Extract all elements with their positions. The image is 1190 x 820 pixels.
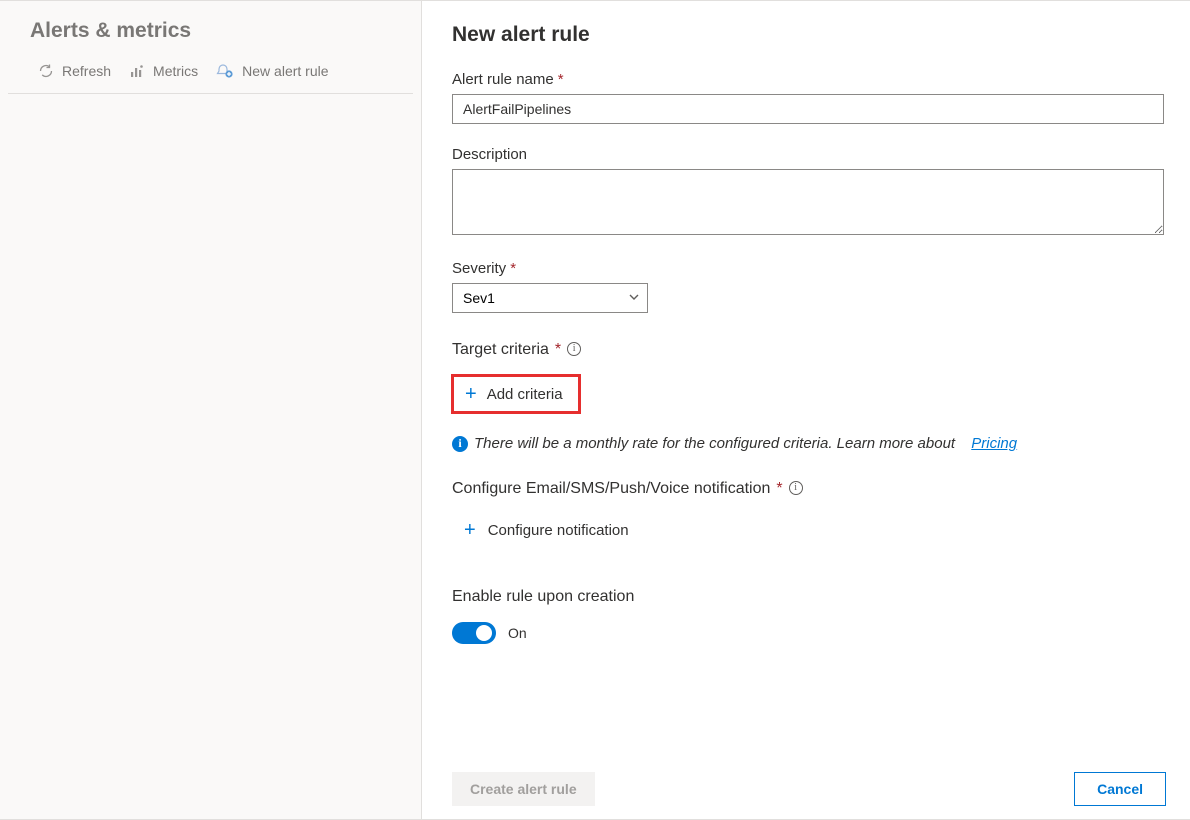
- enable-rule-label-row: Enable rule upon creation: [452, 588, 1170, 606]
- app-root: Alerts & metrics Refresh: [0, 0, 1190, 820]
- description-label: Description: [452, 146, 527, 163]
- alert-rule-name-label-row: Alert rule name *: [452, 71, 1170, 88]
- pricing-info-text: There will be a monthly rate for the con…: [474, 435, 955, 452]
- info-icon[interactable]: i: [567, 342, 581, 356]
- target-criteria-label: Target criteria: [452, 341, 549, 359]
- enable-rule-toggle[interactable]: [452, 622, 496, 644]
- required-indicator: *: [555, 341, 561, 359]
- configure-notification-label: Configure Email/SMS/Push/Voice notificat…: [452, 480, 770, 498]
- new-alert-rule-label: New alert rule: [242, 63, 328, 79]
- refresh-label: Refresh: [62, 63, 111, 79]
- field-severity: Severity * Sev1: [452, 260, 1170, 313]
- left-toolbar: Refresh Metrics: [8, 53, 413, 94]
- enable-rule-label: Enable rule upon creation: [452, 588, 634, 606]
- required-indicator: *: [510, 260, 516, 277]
- required-indicator: *: [558, 71, 564, 88]
- pricing-info-line: i There will be a monthly rate for the c…: [452, 435, 1170, 452]
- cancel-button[interactable]: Cancel: [1074, 772, 1166, 806]
- plus-icon: +: [465, 384, 477, 404]
- pricing-link[interactable]: Pricing: [971, 435, 1017, 452]
- severity-select[interactable]: Sev1: [452, 283, 648, 313]
- refresh-icon: [38, 63, 54, 79]
- plus-icon: +: [464, 520, 476, 540]
- page-title: New alert rule: [452, 23, 1170, 47]
- configure-notification-button[interactable]: + Configure notification: [464, 514, 629, 546]
- metrics-label: Metrics: [153, 63, 198, 79]
- metrics-button[interactable]: Metrics: [129, 63, 198, 79]
- left-panel-title: Alerts & metrics: [0, 1, 421, 53]
- add-criteria-label: Add criteria: [487, 386, 563, 403]
- right-panel: New alert rule Alert rule name * Descrip…: [422, 1, 1190, 819]
- configure-notification-label-row: Configure Email/SMS/Push/Voice notificat…: [452, 480, 1170, 498]
- new-alert-rule-button[interactable]: New alert rule: [216, 63, 328, 79]
- alert-rule-name-input[interactable]: [452, 94, 1164, 124]
- alert-icon: [216, 63, 234, 79]
- refresh-button[interactable]: Refresh: [38, 63, 111, 79]
- info-icon-filled: i: [452, 436, 468, 452]
- alert-rule-name-label: Alert rule name: [452, 71, 554, 88]
- metrics-icon: [129, 63, 145, 79]
- add-criteria-button[interactable]: + Add criteria: [452, 375, 580, 413]
- footer: Create alert rule Cancel: [452, 759, 1170, 819]
- field-description: Description: [452, 146, 1170, 238]
- create-alert-rule-button: Create alert rule: [452, 772, 595, 806]
- description-input[interactable]: [452, 169, 1164, 235]
- enable-rule-toggle-row: On: [452, 622, 1170, 644]
- enable-rule-state-label: On: [508, 625, 527, 641]
- info-icon[interactable]: i: [789, 481, 803, 495]
- left-panel: Alerts & metrics Refresh: [0, 1, 422, 819]
- target-criteria-label-row: Target criteria * i: [452, 341, 1170, 359]
- field-alert-rule-name: Alert rule name *: [452, 71, 1170, 124]
- severity-label: Severity: [452, 260, 506, 277]
- required-indicator: *: [776, 480, 782, 498]
- configure-notification-btn-label: Configure notification: [488, 522, 629, 539]
